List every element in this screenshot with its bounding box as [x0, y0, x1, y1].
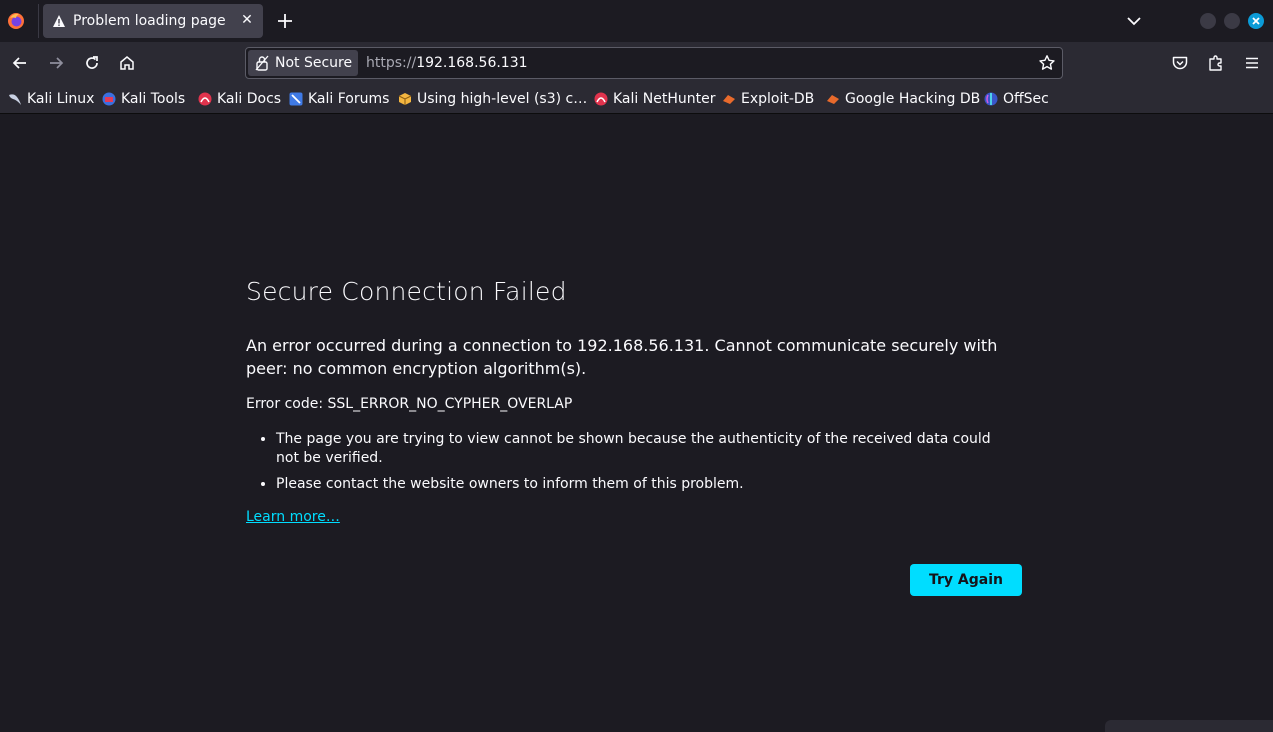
bookmark-label: Exploit-DB	[741, 91, 815, 107]
close-icon	[1252, 17, 1260, 25]
aws-box-icon	[398, 93, 412, 105]
bookmark-label: Google Hacking DB	[845, 91, 981, 107]
forward-arrow-icon[interactable]	[47, 54, 65, 72]
url-text[interactable]: https://192.168.56.131	[366, 55, 528, 71]
warning-icon	[53, 15, 65, 27]
bookmark-label: Kali Linux	[27, 91, 95, 107]
list-item: Please contact the website owners to inf…	[276, 475, 1006, 494]
bookmark-label: Kali Tools	[121, 91, 186, 107]
window-close-button[interactable]	[1248, 13, 1264, 29]
bookmark-label: Kali Docs	[217, 91, 282, 107]
tab-close-icon[interactable]: ✕	[239, 12, 255, 28]
error-page: Secure Connection Failed An error occurr…	[0, 114, 1273, 732]
window-maximize-button[interactable]	[1224, 13, 1240, 29]
kali-docs-icon	[198, 92, 212, 106]
url-host: 192.168.56.131	[416, 55, 528, 71]
bookmark-exploit-db[interactable]: Exploit-DB	[722, 89, 814, 109]
bookmark-kali-forums[interactable]: Kali Forums	[289, 89, 389, 109]
bookmarks-toolbar: Kali Linux Kali Tools Kali Docs Kali For…	[0, 85, 1273, 114]
back-arrow-icon[interactable]	[11, 54, 29, 72]
home-icon[interactable]	[118, 54, 136, 72]
list-item: The page you are trying to view cannot b…	[276, 430, 1006, 468]
status-panel-edge	[1105, 720, 1273, 732]
error-description: An error occurred during a connection to…	[246, 336, 998, 378]
window-minimize-button[interactable]	[1200, 13, 1216, 29]
tab-strip: Problem loading page ✕	[0, 0, 1273, 42]
new-tab-plus-icon[interactable]	[274, 10, 296, 32]
extensions-puzzle-icon[interactable]	[1207, 54, 1225, 72]
kali-tools-icon	[102, 92, 116, 106]
bookmark-kali-nethunter[interactable]: Kali NetHunter	[594, 89, 715, 109]
ghdb-icon	[827, 95, 839, 104]
bookmark-kali-tools[interactable]: Kali Tools	[102, 89, 185, 109]
kali-dragon-icon	[9, 94, 21, 105]
bookmark-label: OffSec	[1003, 91, 1049, 107]
try-again-button[interactable]: Try Again	[910, 564, 1022, 596]
error-title: Secure Connection Failed	[246, 277, 567, 306]
bookmark-label: Using high-level (s3) c…	[417, 91, 588, 107]
bookmark-star-icon[interactable]	[1038, 54, 1056, 72]
error-code: Error code: SSL_ERROR_NO_CYPHER_OVERLAP	[246, 396, 573, 412]
insecure-lock-icon	[255, 55, 269, 71]
error-advice-list: The page you are trying to view cannot b…	[246, 430, 1006, 501]
bookmark-label: Kali NetHunter	[613, 91, 716, 107]
bookmark-kali-linux[interactable]: Kali Linux	[8, 89, 94, 109]
navigation-toolbar: Not Secure https://192.168.56.131	[0, 42, 1273, 85]
list-all-tabs-chevron-icon[interactable]	[1125, 12, 1143, 30]
learn-more-link[interactable]: Learn more…	[246, 509, 340, 525]
offsec-icon	[984, 92, 998, 106]
bookmark-kali-docs[interactable]: Kali Docs	[198, 89, 281, 109]
reload-icon[interactable]	[83, 54, 101, 72]
url-scheme: https://	[366, 55, 417, 71]
bookmark-using-high-level-s3[interactable]: Using high-level (s3) c…	[398, 89, 587, 109]
kali-forums-icon	[289, 92, 303, 106]
kali-nethunter-icon	[594, 92, 608, 106]
not-secure-label: Not Secure	[275, 55, 353, 71]
bookmark-offsec[interactable]: OffSec	[984, 89, 1049, 109]
tab-active[interactable]: Problem loading page ✕	[43, 4, 263, 38]
tab-separator	[38, 4, 39, 38]
firefox-logo-icon[interactable]	[7, 12, 25, 30]
bookmark-label: Kali Forums	[308, 91, 390, 107]
app-menu-hamburger-icon[interactable]	[1243, 54, 1261, 72]
bookmark-google-hacking-db[interactable]: Google Hacking DB	[826, 89, 980, 109]
tab-title: Problem loading page	[73, 13, 226, 29]
pocket-icon[interactable]	[1171, 54, 1189, 72]
identity-box[interactable]: Not Secure	[248, 50, 358, 76]
url-bar[interactable]: Not Secure https://192.168.56.131	[245, 47, 1063, 79]
exploit-db-icon	[723, 95, 735, 104]
